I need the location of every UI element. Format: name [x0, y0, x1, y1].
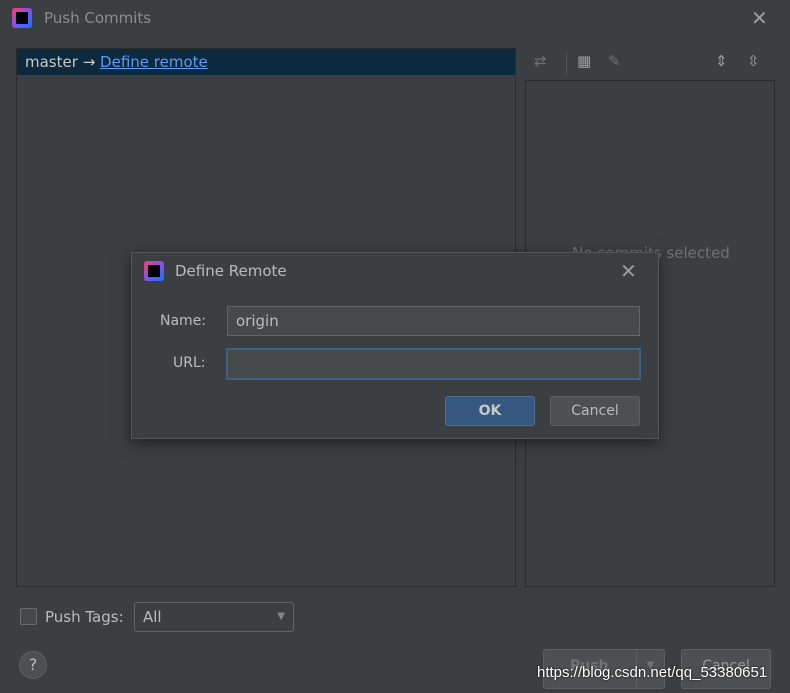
- watermark: https://blog.csdn.net/qq_53380651: [537, 664, 768, 681]
- push-tags-label: Push Tags:: [45, 608, 124, 626]
- dialog-title: Define Remote: [175, 262, 287, 280]
- expand-all-icon[interactable]: ⇕: [715, 52, 728, 70]
- intellij-logo-icon: [144, 261, 164, 281]
- define-remote-dialog: Define Remote ✕ Name: origin URL: OK Can…: [131, 252, 659, 439]
- name-input[interactable]: origin: [227, 306, 640, 336]
- name-label: Name:: [160, 313, 207, 329]
- chevron-down-icon: ▼: [277, 611, 285, 622]
- toolbar-divider: [566, 52, 567, 74]
- define-remote-link[interactable]: Define remote: [100, 53, 208, 71]
- window-title: Push Commits: [44, 9, 152, 27]
- url-label: URL:: [173, 355, 206, 371]
- collapse-all-icon[interactable]: ⇳: [747, 52, 760, 70]
- help-button[interactable]: ?: [19, 651, 47, 679]
- intellij-logo-icon: [12, 8, 32, 28]
- tags-select[interactable]: All ▼: [134, 602, 294, 632]
- group-by-icon[interactable]: ▦: [577, 52, 591, 70]
- dialog-cancel-button[interactable]: Cancel: [550, 396, 640, 426]
- ok-button[interactable]: OK: [445, 396, 535, 426]
- tags-value: All: [143, 608, 162, 626]
- branch-name: master: [25, 53, 78, 71]
- branch-row[interactable]: master → Define remote: [17, 49, 515, 75]
- arrow: →: [82, 53, 96, 71]
- url-input[interactable]: [226, 348, 641, 380]
- edit-icon[interactable]: ✎: [608, 52, 621, 70]
- push-tags-checkbox[interactable]: [20, 608, 37, 625]
- dialog-close-icon[interactable]: ✕: [620, 259, 637, 283]
- cherry-pick-icon[interactable]: ⇄: [534, 52, 547, 70]
- close-icon[interactable]: ✕: [751, 6, 768, 30]
